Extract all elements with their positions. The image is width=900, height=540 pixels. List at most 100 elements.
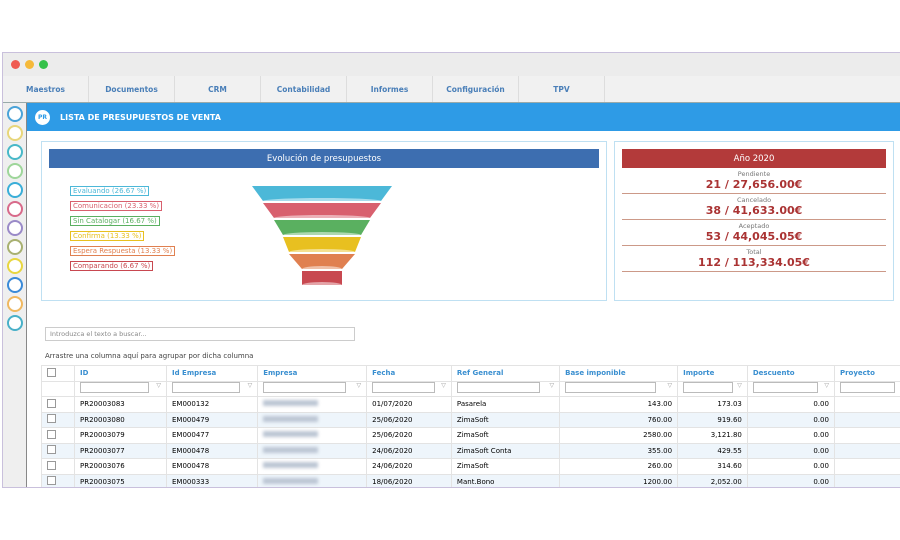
module-icon[interactable] — [6, 201, 23, 217]
legend-item: Comparando (6.67 %) — [70, 261, 154, 271]
legend-item: Evaluando (26.67 %) — [70, 186, 150, 196]
select-all-checkbox[interactable] — [47, 367, 56, 377]
table-cell: 260.00 — [559, 458, 679, 475]
table-cell: 760.00 — [559, 411, 679, 428]
menu-item[interactable]: Informes — [347, 76, 433, 102]
module-icon[interactable] — [6, 296, 23, 312]
search-input[interactable]: Introduzca el texto a buscar... — [45, 327, 355, 341]
column-filter-input[interactable] — [839, 382, 896, 394]
column-filter-input[interactable] — [683, 382, 734, 394]
table-cell: 429.55 — [677, 442, 748, 459]
redacted-company — [263, 446, 319, 453]
minimize-button[interactable] — [25, 60, 34, 69]
column-header[interactable]: Ref General — [450, 365, 561, 382]
table-cell: 2,052.00 — [677, 473, 748, 487]
table-cell: PR20003075 — [74, 473, 167, 487]
row-checkbox[interactable] — [47, 414, 56, 424]
menu-item[interactable]: CRM — [175, 76, 261, 102]
table-cell — [833, 396, 900, 413]
module-icon[interactable] — [6, 125, 23, 141]
column-header[interactable]: Descuento — [746, 365, 835, 382]
menu-item[interactable]: TPV — [519, 76, 605, 102]
row-checkbox[interactable] — [47, 460, 56, 470]
module-icon[interactable] — [6, 239, 23, 255]
module-icon[interactable] — [6, 163, 23, 179]
maximize-button[interactable] — [39, 60, 48, 69]
module-icon[interactable] — [6, 144, 23, 160]
table-cell: 01/07/2020 — [366, 396, 452, 413]
column-header[interactable]: Id Empresa — [165, 365, 259, 382]
table-cell: 173.03 — [677, 396, 748, 413]
funnel-panel: Evolución de presupuestos Evaluando (26.… — [41, 141, 607, 301]
redacted-company — [263, 400, 319, 407]
kpi-item: Pendiente 21 / 27,656.00€ — [622, 168, 886, 194]
column-header[interactable]: Importe — [677, 365, 748, 382]
table-cell: 0.00 — [746, 458, 835, 475]
menu-item[interactable]: Configuración — [433, 76, 519, 102]
column-header[interactable]: Fecha — [366, 365, 452, 382]
close-button[interactable] — [11, 60, 20, 69]
column-filter-input[interactable] — [172, 382, 241, 394]
table-cell — [833, 458, 900, 475]
filter-icon[interactable]: ▽ — [667, 382, 672, 389]
column-filter-input[interactable] — [456, 382, 540, 394]
module-icon[interactable] — [6, 106, 23, 122]
redacted-company — [263, 431, 319, 438]
column-filter-input[interactable] — [263, 382, 347, 394]
table-row[interactable]: PR20003075 EM000333 18/06/2020 Mant.Bono 120… — [40, 473, 900, 487]
menu-item[interactable]: Maestros — [3, 76, 89, 102]
table-row[interactable]: PR20003080 EM000479 25/06/2020 ZimaSoft 760.… — [40, 411, 900, 428]
table-cell — [833, 473, 900, 487]
table-cell — [833, 427, 900, 444]
module-icon[interactable] — [6, 315, 23, 331]
table-row[interactable]: PR20003083 EM000132 01/07/2020 Pasarela 143.… — [40, 396, 900, 413]
column-filter-input[interactable] — [565, 382, 657, 394]
table-cell — [833, 411, 900, 428]
filter-icon[interactable]: ▽ — [737, 382, 742, 389]
table-row[interactable]: PR20003077 EM000478 24/06/2020 ZimaSoft Con… — [40, 442, 900, 459]
row-checkbox[interactable] — [47, 398, 56, 408]
table-cell — [257, 458, 368, 475]
row-checkbox[interactable] — [47, 445, 56, 455]
column-filter-input[interactable] — [80, 382, 149, 394]
row-checkbox[interactable] — [47, 429, 56, 439]
filter-icon[interactable]: ▽ — [357, 382, 362, 389]
column-header[interactable]: Base imponible — [559, 365, 679, 382]
row-checkbox[interactable] — [47, 476, 56, 486]
module-icon[interactable] — [6, 277, 23, 293]
column-header[interactable]: ID — [74, 365, 167, 382]
filter-icon[interactable]: ▽ — [549, 382, 554, 389]
legend-item: Comunicacion (23.33 %) — [70, 201, 163, 211]
kpi-panel: Año 2020 Pendiente 21 / 27,656.00€ Cancela… — [614, 141, 894, 301]
column-header[interactable]: Proyecto — [833, 365, 900, 382]
table-cell: 24/06/2020 — [366, 458, 452, 475]
module-badge: PR — [35, 109, 50, 125]
table-cell: EM000478 — [165, 442, 259, 459]
table-cell — [833, 442, 900, 459]
menu-item[interactable]: Contabilidad — [261, 76, 347, 102]
table-row[interactable]: PR20003076 EM000478 24/06/2020 ZimaSoft 260.… — [40, 458, 900, 475]
column-filter-input[interactable] — [372, 382, 435, 394]
table-row[interactable]: PR20003079 EM000477 25/06/2020 ZimaSoft 2580… — [40, 427, 900, 444]
table-cell: ZimaSoft — [450, 411, 561, 428]
table-cell: Mant.Bono — [450, 473, 561, 487]
kpi-label: Total — [746, 248, 762, 256]
menu-item[interactable]: Documentos — [89, 76, 175, 102]
module-icon[interactable] — [6, 220, 23, 236]
table-cell: EM000333 — [165, 473, 259, 487]
module-icon[interactable] — [6, 258, 23, 274]
table-cell: PR20003079 — [74, 427, 167, 444]
column-header[interactable]: Empresa — [257, 365, 368, 382]
header-row: ID Id Empresa Empresa Fecha Ref General Base … — [40, 365, 900, 382]
filter-icon[interactable]: ▽ — [156, 382, 161, 389]
column-filter-input[interactable] — [752, 382, 818, 394]
filter-icon[interactable]: ▽ — [248, 382, 253, 389]
table-cell: 0.00 — [746, 473, 835, 487]
table-cell: 0.00 — [746, 427, 835, 444]
table-cell — [257, 427, 368, 444]
table-cell: ZimaSoft — [450, 458, 561, 475]
filter-icon[interactable]: ▽ — [824, 382, 829, 389]
table-cell: 355.00 — [559, 442, 679, 459]
filter-icon[interactable]: ▽ — [441, 382, 446, 389]
module-icon[interactable] — [6, 182, 23, 198]
